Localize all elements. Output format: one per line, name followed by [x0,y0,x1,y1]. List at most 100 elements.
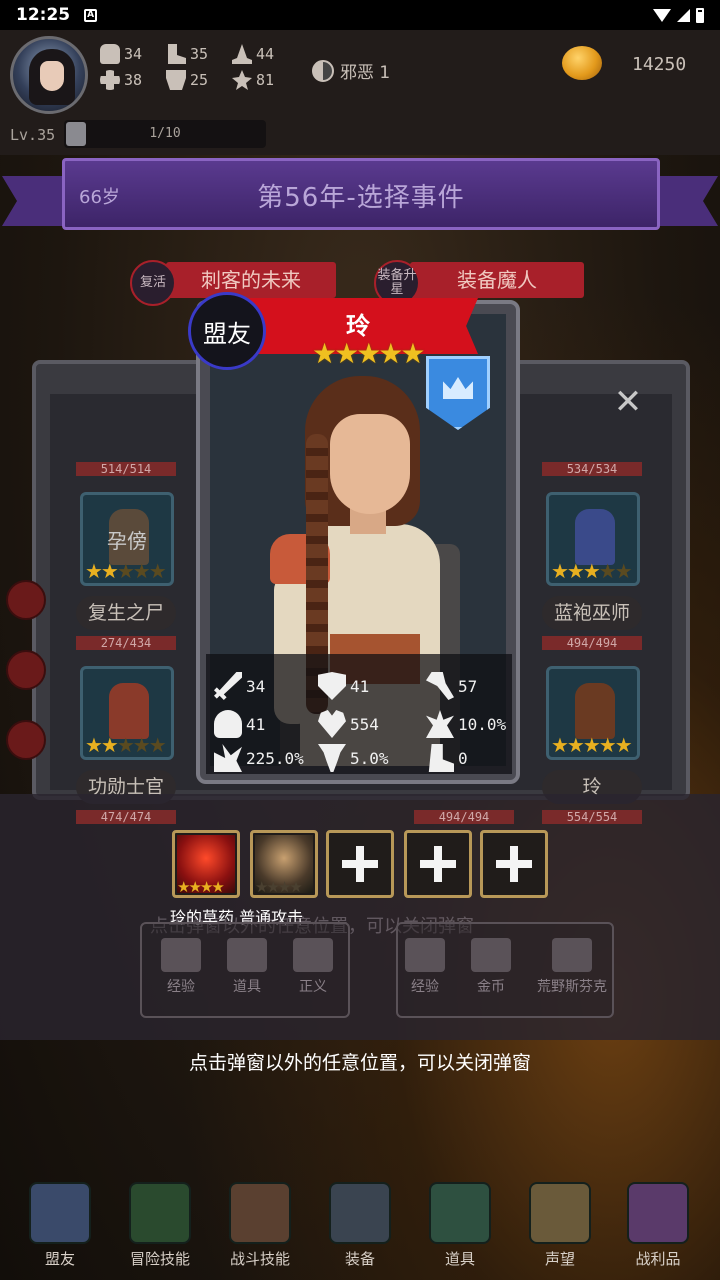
yinyang-icon [312,59,334,82]
stat-hp: 554 [318,710,379,738]
nav-allies[interactable]: 盟友 [20,1182,100,1269]
stat-magic: 41 [214,710,265,738]
notification-icon: A [84,8,98,22]
add-skill-button[interactable] [404,830,472,898]
event-option-2[interactable]: 装备魔人 [410,262,584,298]
add-skill-button[interactable] [326,830,394,898]
ally-name: 复生之尸 [76,596,176,630]
hp-label: 554/554 [542,810,642,824]
ally-tag-badge: 盟友 [188,292,266,370]
status-bar: 12:25 A [0,0,720,30]
alignment: 邪恶 1 [312,58,390,83]
nav-adventure-skills[interactable]: 冒险技能 [120,1182,200,1269]
plus-icon [420,846,456,882]
nav-items[interactable]: 道具 [420,1182,500,1269]
stat-dodge: 5.0% [318,744,389,772]
yinyang-icon [293,938,333,972]
question-icon [227,938,267,972]
xp-bar: 1/10 [64,120,266,148]
boot-icon [168,44,186,64]
hook-icon [426,672,454,700]
burst-icon [426,710,454,738]
side-button[interactable] [6,720,46,760]
hood-icon [214,710,242,738]
battery-icon [696,7,704,23]
crossed-swords-icon [329,1182,391,1244]
stat-attack: 34 [214,672,265,700]
scroll-icon [529,1182,591,1244]
player-header: 34 35 44 38 25 81 邪恶 1 14250 Lv.35 1/10 [0,30,720,155]
stat-agility: 35 [166,44,232,64]
armor-icon [166,70,186,90]
hp-label: 494/494 [414,810,514,824]
nav-combat-skills[interactable]: 战斗技能 [220,1182,300,1269]
hp-label: 474/474 [76,810,176,824]
close-popup-hint: 点击弹窗以外的任意位置，可以关闭弹窗 [188,1052,531,1074]
featured-star-rating: ★★★★★ [312,337,426,370]
event-badge-revive: 复活 [130,260,176,306]
side-button[interactable] [6,580,46,620]
stat-speed: 0 [426,744,468,772]
plus-icon [496,846,532,882]
hp-label: 494/494 [542,636,642,650]
star-rating: ★★★★ [177,878,225,896]
clover-icon [100,70,120,90]
stat-armor: 25 [166,70,232,90]
hp-label: 274/434 [76,636,176,650]
banner-title: 第56年-选择事件 [257,183,465,213]
crit-icon [214,744,242,772]
player-stats: 34 35 44 38 25 81 [100,44,298,90]
reward-item: 经验 [402,938,448,996]
ally-card-wizard[interactable]: ★★★★★ [546,492,640,586]
backpack-icon [229,1182,291,1244]
tornado-icon [318,744,346,772]
star-rating: ★★★★★ [551,733,633,757]
nav-loot[interactable]: 战利品 [618,1182,698,1269]
nav-equipment[interactable]: 装备 [320,1182,400,1269]
music-button[interactable] [6,650,46,690]
wifi-icon [653,8,671,22]
signal-icon [677,8,690,22]
event-option-1[interactable]: 刺客的未来 [166,262,336,298]
bottom-nav: 盟友 冒险技能 战斗技能 装备 道具 声望 战利品 [0,1170,720,1280]
ally-card-ling[interactable]: ★★★★★ [546,666,640,760]
hp-label: 514/514 [76,462,176,476]
skill-slot-herb[interactable]: ★★★★ [172,830,240,898]
nav-reputation[interactable]: 声望 [520,1182,600,1269]
player-avatar[interactable] [10,36,88,114]
shield-icon [318,672,346,700]
leaf-icon [232,70,252,90]
hp-label: 534/534 [542,462,642,476]
stat-nature: 81 [232,70,298,90]
stat-defense: 41 [318,672,369,700]
star-rating: ★★★★★ [551,559,633,583]
stat-strength: 34 [100,44,166,64]
close-icon[interactable]: ✕ [610,384,646,420]
crown-icon [443,377,473,399]
add-skill-button[interactable] [480,830,548,898]
coin-icon [471,938,511,972]
reward-item: 荒野斯芬克 [532,938,612,996]
gold-coins-icon [562,46,602,80]
book-icon [129,1182,191,1244]
treasure-chest-icon [627,1182,689,1244]
status-time: 12:25 [16,5,71,25]
ally-card-revenant[interactable]: 孕傍 ★★★★★ [80,492,174,586]
event-rewards-right: 经验 金币 荒野斯芬克 [396,922,614,1018]
year-banner: 66岁 第56年-选择事件 [62,158,660,230]
xp-text: 1/10 [149,126,181,141]
gold-value: 14250 [632,54,687,75]
event-rewards-left: 经验 道具 正义 [140,922,350,1018]
star-rating: ★★★★★ [85,559,167,583]
stat-agility: 57 [426,672,477,700]
star-rating: ★★★★ [255,878,303,896]
plus-icon [342,846,378,882]
ally-card-officer[interactable]: ★★★★★ [80,666,174,760]
ally-name: 蓝袍巫师 [542,596,642,630]
handshake-icon [29,1182,91,1244]
featured-ally-name: 玲 [346,312,370,340]
skill-slot-attack[interactable]: ★★★★ [250,830,318,898]
featured-stats-panel: 34 41 57 41 554 10.0% 225.0% 5.0% 0 [206,654,512,774]
scroll-icon [161,938,201,972]
reward-item: 金币 [468,938,514,996]
